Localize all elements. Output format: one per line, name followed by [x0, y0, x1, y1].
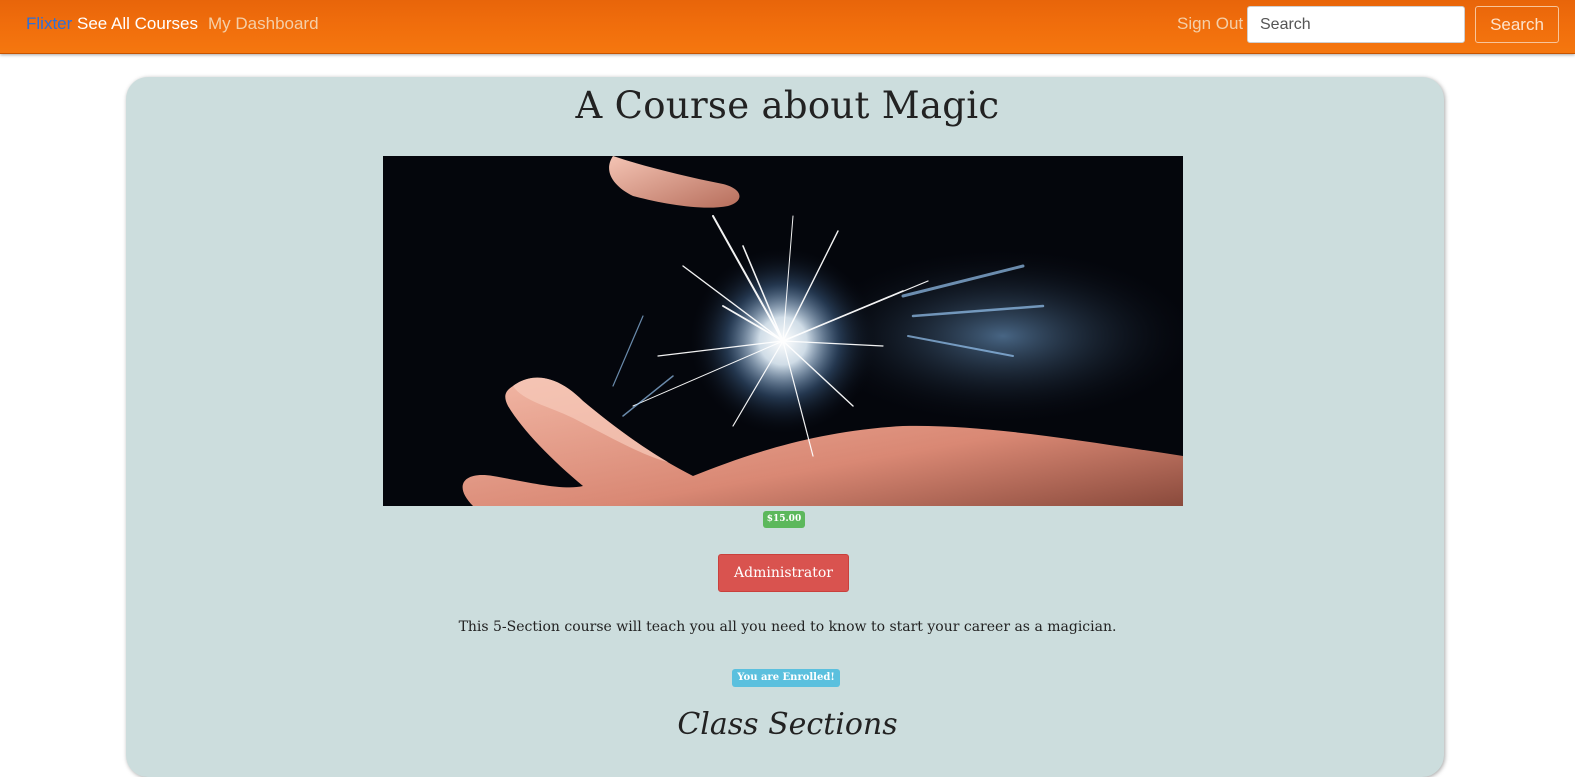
top-navbar: Flixter See All Courses My Dashboard Sig…	[0, 0, 1575, 54]
administrator-button[interactable]: Administrator	[718, 554, 849, 592]
brand-link[interactable]: Flixter	[26, 14, 72, 34]
nav-see-all-courses[interactable]: See All Courses	[77, 14, 198, 34]
course-description: This 5-Section course will teach you all…	[458, 619, 1117, 635]
nav-my-dashboard[interactable]: My Dashboard	[208, 14, 319, 34]
class-sections-heading: Class Sections	[677, 707, 898, 742]
search-button[interactable]: Search	[1475, 6, 1559, 43]
price-badge: $15.00	[763, 511, 805, 528]
search-input[interactable]	[1247, 6, 1465, 43]
course-image	[383, 156, 1183, 506]
nav-sign-out[interactable]: Sign Out	[1177, 14, 1243, 34]
course-title: A Course about Magic	[575, 84, 1000, 127]
magic-hands-illustration	[383, 156, 1183, 506]
enrolled-status-badge: You are Enrolled!	[732, 669, 840, 687]
